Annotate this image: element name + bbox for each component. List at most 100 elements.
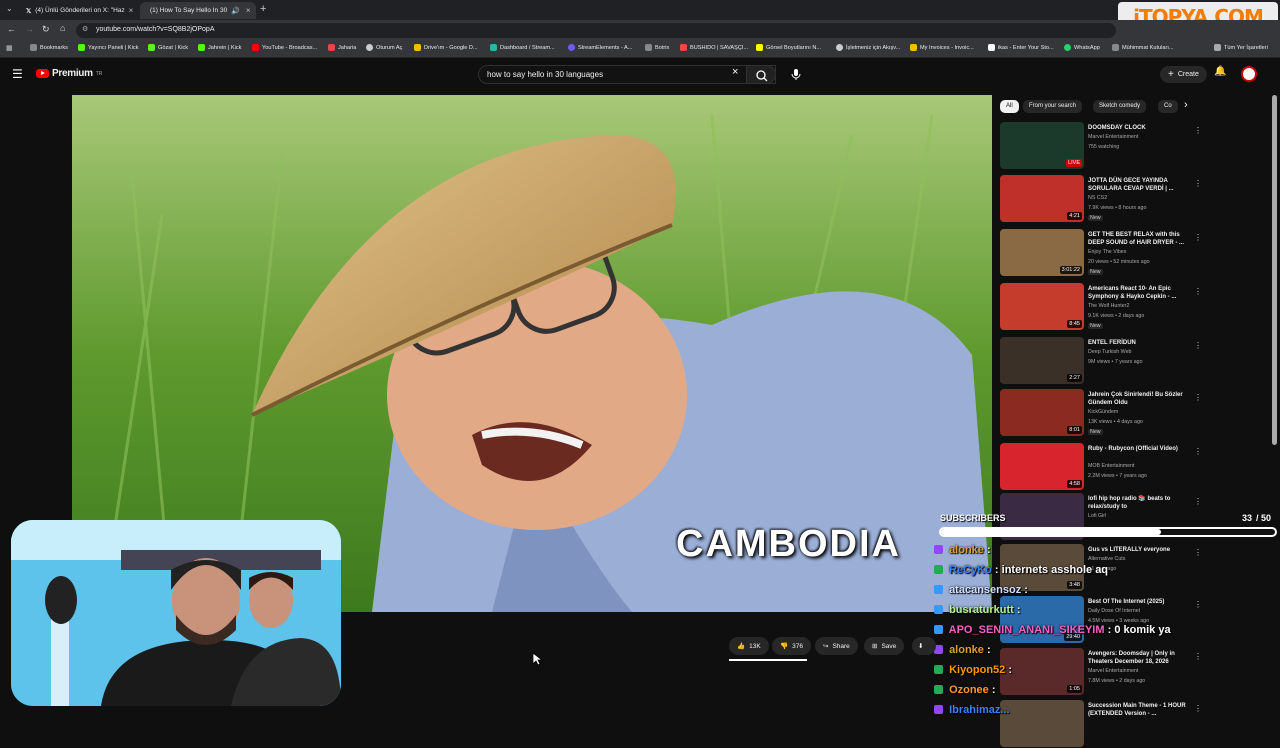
close-icon[interactable]: × — [246, 6, 251, 15]
channel-name[interactable]: The Wolf Hunter2 — [1088, 303, 1129, 309]
tab-youtube[interactable]: (1) How To Say Hello In 30 🔊 × — [140, 2, 256, 19]
bookmark-item[interactable]: YouTube - Broadcas... — [252, 44, 317, 51]
channel-name[interactable]: Marvel Entertainment — [1088, 134, 1138, 140]
video-thumbnail[interactable]: 8:45 — [1000, 283, 1084, 330]
search-button[interactable] — [746, 65, 776, 84]
more-options-icon[interactable]: ⋮ — [1194, 126, 1202, 135]
notifications-bell-icon[interactable]: 🔔 — [1214, 66, 1226, 77]
more-options-icon[interactable]: ⋮ — [1194, 600, 1202, 609]
video-thumbnail[interactable]: 3:01:22 — [1000, 229, 1084, 276]
recommendation-title[interactable]: Gus vs LITERALLY everyone — [1088, 546, 1188, 554]
clear-search-icon[interactable]: × — [732, 66, 738, 78]
bookmark-item[interactable]: Botrix — [645, 44, 669, 51]
recommendation-title[interactable]: Jahrein Çok Sinirlendi! Bu Sözler Gündem… — [1088, 391, 1188, 407]
tab-menu-icon[interactable]: ⌄ — [6, 4, 13, 13]
recommendation-title[interactable]: Succession Main Theme - 1 HOUR (EXTENDED… — [1088, 702, 1188, 718]
video-thumbnail[interactable]: 4:21 — [1000, 175, 1084, 222]
bookmark-item[interactable]: Yayıncı Paneli | Kick — [78, 44, 138, 51]
voice-search-button[interactable] — [788, 66, 804, 82]
video-thumbnail[interactable]: 4:58 — [1000, 443, 1084, 490]
channel-name[interactable]: MOB Entertainment — [1088, 463, 1135, 469]
recommendation-title[interactable]: GET THE BEST RELAX with this DEEP SOUND … — [1088, 231, 1188, 247]
chip-sketch-comedy[interactable]: Sketch comedy — [1093, 100, 1147, 113]
dislike-button[interactable]: 👎 376 — [772, 637, 811, 655]
like-button[interactable]: 👍 13K — [729, 637, 769, 655]
recommendation-item[interactable]: Succession Main Theme - 1 HOUR (EXTENDED… — [1000, 700, 1202, 748]
url-field[interactable]: ⚙ youtube.com/watch?v=SQ8B2jOPopA — [76, 23, 1116, 38]
bookmark-item[interactable]: StreamElements - A... — [568, 44, 632, 51]
recommendation-item[interactable]: 4:58 Ruby - Rubycon (Official Video) MOB… — [1000, 443, 1202, 491]
new-tab-icon[interactable]: + — [260, 3, 266, 15]
download-button[interactable]: ⬇ — [912, 637, 936, 655]
recommendation-item[interactable]: 29:40 Best Of The Internet (2025) Daily … — [1000, 596, 1202, 644]
share-button[interactable]: ↪ Share — [815, 637, 858, 655]
channel-name[interactable]: Alternative Cuts — [1088, 556, 1125, 562]
site-info-icon[interactable]: ⚙ — [82, 25, 88, 33]
video-thumbnail[interactable]: 8:01 — [1000, 389, 1084, 436]
bookmark-item[interactable]: WhatsApp — [1064, 44, 1100, 51]
youtube-logo[interactable]: Premium TR — [36, 68, 102, 79]
back-icon[interactable]: ← — [7, 24, 16, 34]
more-options-icon[interactable]: ⋮ — [1194, 233, 1202, 242]
recommendation-item[interactable]: 1:05 Avengers: Doomsday | Only in Theate… — [1000, 648, 1202, 696]
more-options-icon[interactable]: ⋮ — [1194, 704, 1202, 713]
tab-twitter[interactable]: 𝕏 (4) Ünlü Gönderileri on X: "Haz × — [20, 2, 136, 19]
recommendation-title[interactable]: Ruby - Rubycon (Official Video) — [1088, 445, 1188, 453]
recommendation-item[interactable]: 8:01 Jahrein Çok Sinirlendi! Bu Sözler G… — [1000, 389, 1202, 437]
more-options-icon[interactable]: ⋮ — [1194, 393, 1202, 402]
bookmark-item[interactable]: Gözat | Kick — [148, 44, 188, 51]
recommendation-item[interactable]: 4:21 JOTTA DÜN GECE YAYINDA SORULARA CEV… — [1000, 175, 1202, 223]
recommendation-title[interactable]: ENTEL FERİDUN — [1088, 339, 1188, 347]
bookmark-item[interactable]: ikas - Enter Your Sto... — [988, 44, 1054, 51]
recommendation-item[interactable]: 3:01:22 GET THE BEST RELAX with this DEE… — [1000, 229, 1202, 277]
bookmark-item[interactable]: Oturum Aç — [366, 44, 402, 51]
recommendation-title[interactable]: DOOMSDAY CLOCK — [1088, 124, 1188, 132]
video-thumbnail[interactable] — [1000, 700, 1084, 747]
recommendation-title[interactable]: Best Of The Internet (2025) — [1088, 598, 1188, 606]
more-options-icon[interactable]: ⋮ — [1194, 447, 1202, 456]
bookmark-item[interactable]: Jaharia — [328, 44, 356, 51]
chip-all[interactable]: All — [1000, 100, 1019, 113]
channel-name[interactable]: Daily Dose Of Internet — [1088, 608, 1140, 614]
channel-name[interactable]: Marvel Entertainment — [1088, 668, 1138, 674]
video-thumbnail[interactable]: 2:27 — [1000, 337, 1084, 384]
home-icon[interactable]: ⌂ — [60, 23, 65, 33]
recommendation-title[interactable]: lofi hip hop radio 📚 beats to relax/stud… — [1088, 495, 1188, 511]
channel-name[interactable]: Deep Turkish Web — [1088, 349, 1131, 355]
recommendation-title[interactable]: Americans React 10- An Epic Symphony & H… — [1088, 285, 1188, 301]
bookmark-item[interactable]: İşletmeniz için Akışv... — [836, 44, 900, 51]
video-thumbnail[interactable]: LIVE — [1000, 122, 1084, 169]
forward-icon[interactable]: → — [25, 24, 34, 34]
bookmark-item[interactable]: BUSHIDO | SAVAŞÇI... — [680, 44, 748, 51]
close-icon[interactable]: × — [129, 6, 134, 15]
more-options-icon[interactable]: ⋮ — [1194, 497, 1202, 506]
bookmark-item[interactable]: Mühimmat Kutuları... — [1112, 44, 1174, 51]
chevron-right-icon[interactable]: › — [1184, 99, 1188, 111]
bookmark-item[interactable]: Drive'ım - Google D... — [414, 44, 478, 51]
chip-more[interactable]: Co — [1158, 100, 1178, 113]
recommendation-item[interactable]: 8:45 Americans React 10- An Epic Symphon… — [1000, 283, 1202, 331]
recommendation-title[interactable]: JOTTA DÜN GECE YAYINDA SORULARA CEVAP VE… — [1088, 177, 1188, 193]
save-button[interactable]: ⊞ Save — [864, 637, 905, 655]
chip-from-search[interactable]: From your search — [1023, 100, 1083, 113]
channel-name[interactable]: Enjoy The Vibes — [1088, 249, 1126, 255]
video-thumbnail[interactable]: 1:05 — [1000, 648, 1084, 695]
bookmark-item[interactable]: Bookmarks — [30, 44, 68, 51]
avatar[interactable] — [1241, 66, 1257, 82]
more-options-icon[interactable]: ⋮ — [1194, 287, 1202, 296]
page-scrollbar[interactable] — [1272, 95, 1277, 445]
more-options-icon[interactable]: ⋮ — [1194, 179, 1202, 188]
recommendation-item[interactable]: 2:27 ENTEL FERİDUN Deep Turkish Web 9M v… — [1000, 337, 1202, 385]
bookmark-item[interactable]: Dashboard / Stream... — [490, 44, 555, 51]
channel-name[interactable]: NS CS2 — [1088, 195, 1107, 201]
channel-name[interactable]: KickGündem — [1088, 409, 1118, 415]
reload-icon[interactable]: ↻ — [42, 24, 50, 35]
create-button[interactable]: + Create — [1160, 66, 1207, 83]
more-options-icon[interactable]: ⋮ — [1194, 341, 1202, 350]
bookmark-item-all[interactable]: Tüm Yer İşaretleri — [1214, 44, 1268, 51]
bookmark-item[interactable]: My Invoices - Invoic... — [910, 44, 974, 51]
more-options-icon[interactable]: ⋮ — [1194, 548, 1202, 557]
hamburger-menu-icon[interactable]: ☰ — [12, 67, 23, 81]
apps-grid-icon[interactable]: ▦ — [6, 44, 13, 52]
recommendation-title[interactable]: Avengers: Doomsday | Only in Theaters De… — [1088, 650, 1188, 666]
